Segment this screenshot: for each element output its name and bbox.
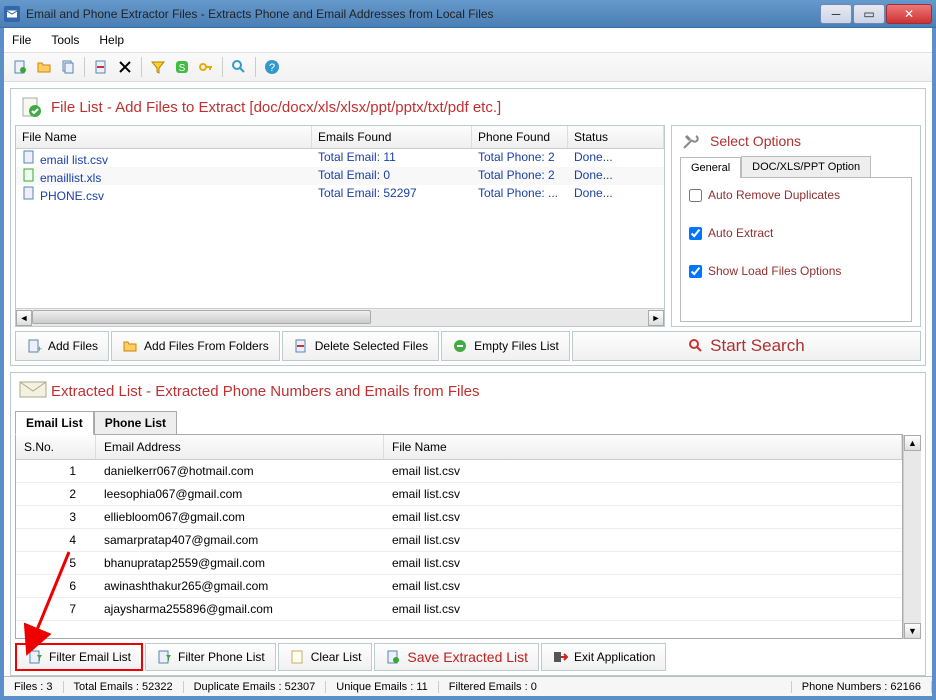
delete-icon[interactable] (115, 57, 135, 77)
tab-doc-xls-ppt[interactable]: DOC/XLS/PPT Option (741, 156, 871, 177)
start-search-button[interactable]: Start Search (572, 331, 921, 361)
file-list: File Name Emails Found Phone Found Statu… (15, 125, 665, 327)
search-icon (688, 338, 704, 354)
add-files-button[interactable]: +Add Files (15, 331, 109, 361)
filter-email-button[interactable]: Filter Email List (15, 643, 143, 671)
save-icon (385, 649, 401, 665)
table-row[interactable]: 6awinashthakur265@gmail.comemail list.cs… (16, 575, 902, 598)
filter-phone-icon (156, 649, 172, 665)
svg-text:?: ? (269, 62, 275, 74)
copy-icon[interactable] (58, 57, 78, 77)
key-icon[interactable] (196, 57, 216, 77)
status-unique: Unique Emails : 11 (326, 681, 439, 693)
empty-icon (452, 338, 468, 354)
xls-icon (22, 168, 38, 182)
add-file-icon[interactable] (10, 57, 30, 77)
filelist-panel: File List - Add Files to Extract [doc/do… (10, 88, 926, 366)
scroll-down-icon[interactable]: ▼ (904, 623, 921, 639)
file-row[interactable]: emaillist.xls Total Email: 0 Total Phone… (16, 167, 664, 185)
remove-icon[interactable] (91, 57, 111, 77)
add-folder-icon[interactable] (34, 57, 54, 77)
col-status[interactable]: Status (568, 126, 664, 148)
file-icon (22, 150, 38, 164)
extracted-title: Extracted List - Extracted Phone Numbers… (51, 383, 480, 400)
tab-phone-list[interactable]: Phone List (94, 411, 177, 435)
app-icon (4, 6, 20, 22)
tab-email-list[interactable]: Email List (15, 411, 94, 435)
table-row[interactable]: 1danielkerr067@hotmail.comemail list.csv (16, 460, 902, 483)
minimize-button[interactable]: ─ (820, 4, 852, 24)
filelist-title: File List - Add Files to Extract [doc/do… (51, 99, 501, 116)
clear-icon (289, 649, 305, 665)
file-row[interactable]: email list.csv Total Email: 11 Total Pho… (16, 149, 664, 167)
table-row[interactable]: 7ajaysharma255896@gmail.comemail list.cs… (16, 598, 902, 621)
svg-text:S: S (179, 63, 186, 74)
table-row[interactable]: 5bhanupratap2559@gmail.comemail list.csv (16, 552, 902, 575)
svg-text:+: + (37, 344, 42, 354)
titlebar[interactable]: Email and Phone Extractor Files - Extrac… (0, 0, 936, 28)
menu-help[interactable]: Help (99, 33, 124, 47)
file-row[interactable]: PHONE.csv Total Email: 52297 Total Phone… (16, 185, 664, 203)
col-phone-found[interactable]: Phone Found (472, 126, 568, 148)
delete-selected-button[interactable]: Delete Selected Files (282, 331, 439, 361)
col-file-name[interactable]: File Name (384, 435, 902, 459)
auto-extract-checkbox[interactable]: Auto Extract (689, 226, 903, 240)
skype-icon[interactable]: S (172, 57, 192, 77)
statusbar: Files : 3 Total Emails : 52322 Duplicate… (4, 676, 932, 696)
table-row[interactable]: 3elliebloom067@gmail.comemail list.csv (16, 506, 902, 529)
add-folders-button[interactable]: Add Files From Folders (111, 331, 280, 361)
col-sno[interactable]: S.No. (16, 435, 96, 459)
show-load-checkbox[interactable]: Show Load Files Options (689, 264, 903, 278)
filelist-icon (19, 95, 43, 119)
empty-list-button[interactable]: Empty Files List (441, 331, 570, 361)
toolbar: S ? (4, 52, 932, 82)
tools-icon (680, 130, 702, 152)
maximize-button[interactable]: ▭ (853, 4, 885, 24)
col-filename[interactable]: File Name (16, 126, 312, 148)
scroll-left-icon[interactable]: ◄ (16, 310, 32, 326)
status-files: Files : 3 (4, 681, 64, 693)
extracted-table: S.No. Email Address File Name 1danielker… (15, 434, 903, 639)
delete-file-icon (293, 338, 309, 354)
add-folder-icon (122, 338, 138, 354)
close-button[interactable]: ✕ (886, 4, 932, 24)
file-rows: email list.csv Total Email: 11 Total Pho… (16, 149, 664, 308)
table-row[interactable]: 2leesophia067@gmail.comemail list.csv (16, 483, 902, 506)
options-panel: Select Options General DOC/XLS/PPT Optio… (671, 125, 921, 327)
tab-general[interactable]: General (680, 157, 741, 178)
file-icon (22, 186, 38, 200)
status-duplicate: Duplicate Emails : 52307 (184, 681, 327, 693)
filter-phone-button[interactable]: Filter Phone List (145, 643, 276, 671)
envelope-icon (19, 379, 43, 403)
window-title: Email and Phone Extractor Files - Extrac… (26, 7, 820, 21)
scroll-up-icon[interactable]: ▲ (904, 435, 921, 451)
filter-icon[interactable] (148, 57, 168, 77)
auto-remove-checkbox[interactable]: Auto Remove Duplicates (689, 188, 903, 202)
menubar: File Tools Help (4, 28, 932, 52)
exit-button[interactable]: Exit Application (541, 643, 666, 671)
filter-email-icon (27, 649, 43, 665)
add-file-icon: + (26, 338, 42, 354)
options-title: Select Options (710, 133, 801, 149)
search-icon[interactable] (229, 57, 249, 77)
menu-tools[interactable]: Tools (51, 33, 79, 47)
extracted-panel: Extracted List - Extracted Phone Numbers… (10, 372, 926, 676)
status-total: Total Emails : 52322 (64, 681, 184, 693)
col-emails-found[interactable]: Emails Found (312, 126, 472, 148)
help-icon[interactable]: ? (262, 57, 282, 77)
status-filtered: Filtered Emails : 0 (439, 681, 792, 693)
status-phones: Phone Numbers : 62166 (792, 681, 932, 693)
horizontal-scrollbar[interactable]: ◄ ► (16, 308, 664, 326)
menu-file[interactable]: File (12, 33, 31, 47)
vertical-scrollbar[interactable]: ▲ ▼ (903, 435, 921, 639)
col-email-address[interactable]: Email Address (96, 435, 384, 459)
table-row[interactable]: 4samarpratap407@gmail.comemail list.csv (16, 529, 902, 552)
clear-list-button[interactable]: Clear List (278, 643, 373, 671)
exit-icon (552, 649, 568, 665)
scroll-right-icon[interactable]: ► (648, 310, 664, 326)
save-extracted-button[interactable]: Save Extracted List (374, 643, 539, 671)
